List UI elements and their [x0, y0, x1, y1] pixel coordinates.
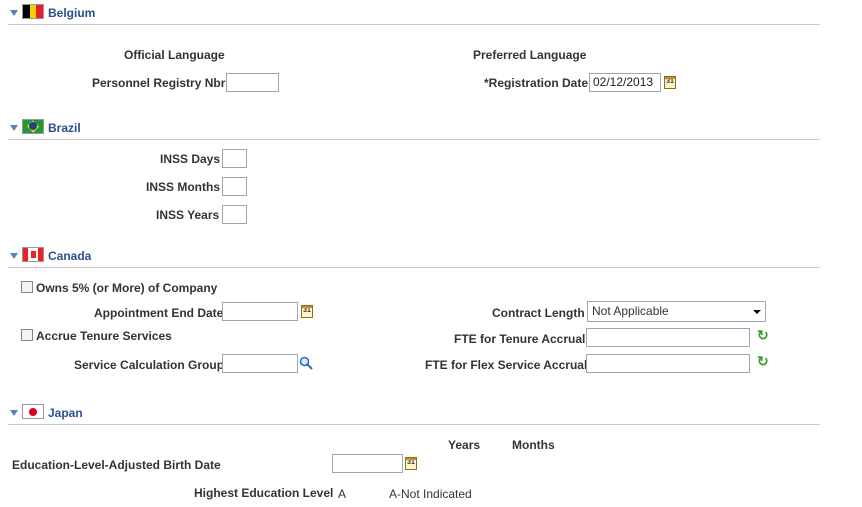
- fte-flex-input[interactable]: [586, 354, 750, 373]
- calendar-icon[interactable]: 31: [405, 457, 417, 470]
- section-header-belgium[interactable]: Belgium: [8, 4, 820, 25]
- highest-education-description: A-Not Indicated: [389, 487, 472, 501]
- calendar-icon[interactable]: 31: [664, 76, 676, 89]
- section-title-brazil[interactable]: Brazil: [48, 121, 81, 135]
- appointment-end-date-input[interactable]: [222, 302, 298, 321]
- accrue-tenure-checkbox[interactable]: [21, 329, 33, 341]
- years-column-header: Years: [448, 438, 481, 452]
- months-column-header: Months: [512, 438, 555, 452]
- inss-years-label: INSS Years: [156, 208, 220, 222]
- chevron-down-icon: [753, 310, 761, 314]
- registration-date-input[interactable]: 02/12/2013: [589, 73, 661, 92]
- fte-tenure-input[interactable]: [586, 328, 750, 347]
- birth-date-label: Education-Level-Adjusted Birth Date: [12, 458, 221, 472]
- owns-5-percent-checkbox[interactable]: [21, 281, 33, 293]
- japan-flag-icon: [22, 404, 44, 419]
- collapse-triangle-icon[interactable]: [10, 410, 18, 416]
- magnifier-icon[interactable]: [299, 356, 313, 370]
- preferred-language-label: Preferred Language: [473, 48, 587, 62]
- personnel-registry-input[interactable]: [226, 73, 279, 92]
- inss-months-label: INSS Months: [146, 180, 220, 194]
- contract-length-label: Contract Length: [492, 306, 585, 320]
- service-calc-group-input[interactable]: [222, 354, 298, 373]
- section-header-canada[interactable]: Canada: [8, 247, 820, 268]
- calendar-icon[interactable]: 31: [301, 305, 313, 318]
- inss-months-input[interactable]: [222, 177, 247, 196]
- appointment-end-date-label: Appointment End Date: [94, 306, 224, 320]
- section-title-belgium[interactable]: Belgium: [48, 6, 95, 20]
- owns-5-percent-label: Owns 5% (or More) of Company: [36, 281, 218, 295]
- collapse-triangle-icon[interactable]: [10, 10, 18, 16]
- inss-days-label: INSS Days: [160, 152, 221, 166]
- personnel-registry-label: Personnel Registry Nbr: [92, 76, 226, 90]
- highest-education-code: A: [338, 487, 347, 501]
- highest-education-label: Highest Education Level: [194, 486, 334, 500]
- fte-flex-label: FTE for Flex Service Accrual: [425, 358, 588, 372]
- inss-years-input[interactable]: [222, 205, 247, 224]
- refresh-icon[interactable]: ↻: [757, 328, 771, 342]
- section-header-japan[interactable]: Japan: [8, 404, 820, 425]
- collapse-triangle-icon[interactable]: [10, 125, 18, 131]
- contract-length-value: Not Applicable: [592, 304, 669, 318]
- inss-days-input[interactable]: [222, 149, 247, 168]
- belgium-flag-icon: [22, 4, 44, 19]
- accrue-tenure-label: Accrue Tenure Services: [36, 329, 172, 343]
- official-language-label: Official Language: [124, 48, 225, 62]
- canada-flag-icon: [22, 247, 44, 262]
- service-calc-group-label: Service Calculation Group: [74, 358, 225, 372]
- birth-date-input[interactable]: [332, 454, 403, 473]
- section-title-japan[interactable]: Japan: [48, 406, 83, 420]
- brazil-flag-icon: [22, 119, 44, 134]
- refresh-icon[interactable]: ↻: [757, 354, 771, 368]
- section-title-canada[interactable]: Canada: [48, 249, 91, 263]
- fte-tenure-label: FTE for Tenure Accrual: [454, 332, 586, 346]
- collapse-triangle-icon[interactable]: [10, 253, 18, 259]
- section-header-brazil[interactable]: Brazil: [8, 119, 820, 140]
- registration-date-label: *Registration Date: [484, 76, 589, 90]
- contract-length-select[interactable]: Not Applicable: [587, 301, 766, 322]
